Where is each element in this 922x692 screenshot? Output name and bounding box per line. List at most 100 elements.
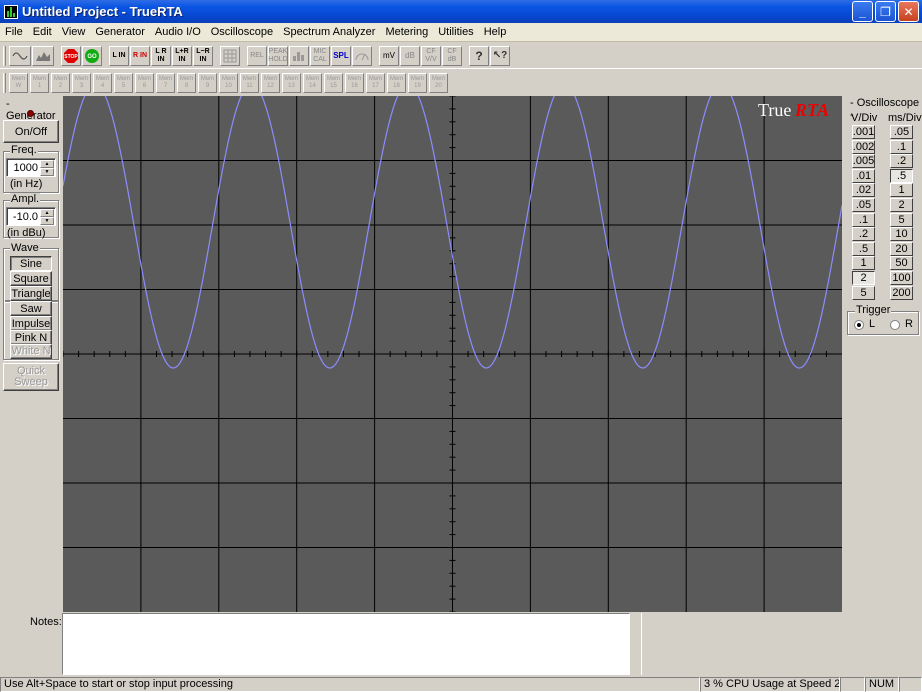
- vdiv-button-0[interactable]: .001: [852, 125, 875, 139]
- oscilloscope-display[interactable]: True RTA: [63, 96, 842, 612]
- wave-sine-button[interactable]: Sine: [10, 256, 52, 271]
- vdiv-button-7[interactable]: .2: [852, 227, 875, 242]
- sum-input-button[interactable]: L+R IN: [172, 45, 192, 66]
- meter-icon[interactable]: [352, 45, 372, 66]
- menu-utilities[interactable]: Utilities: [433, 26, 478, 38]
- menu-generator[interactable]: Generator: [90, 26, 150, 38]
- spectrum-mode-icon[interactable]: [32, 45, 54, 66]
- vdiv-button-1[interactable]: .002: [852, 139, 875, 154]
- right-input-button[interactable]: R IN: [130, 45, 150, 66]
- memory-button-3[interactable]: Mem 3: [72, 72, 91, 93]
- msdiv-button-3[interactable]: .5: [890, 168, 913, 183]
- memory-button-11[interactable]: Mem 11: [240, 72, 259, 93]
- restore-icon[interactable]: ❐: [875, 1, 896, 22]
- wave-square-button[interactable]: Square: [10, 271, 52, 286]
- oscilloscope-mode-icon[interactable]: [9, 45, 31, 66]
- menu-metering[interactable]: Metering: [380, 26, 433, 38]
- vdiv-button-2[interactable]: .005: [852, 154, 875, 169]
- spl-button[interactable]: SPL: [331, 45, 351, 66]
- wave-impulse-button[interactable]: Impulse: [10, 316, 52, 331]
- trigger-left-radio[interactable]: [854, 320, 864, 330]
- freq-up-icon[interactable]: ▲: [40, 160, 54, 168]
- freq-down-icon[interactable]: ▼: [40, 168, 54, 176]
- mic-cal-button[interactable]: MIC CAL: [310, 45, 330, 66]
- relative-button[interactable]: REL: [247, 45, 267, 66]
- vdiv-button-6[interactable]: .1: [852, 212, 875, 227]
- memory-button-8[interactable]: Mem 8: [177, 72, 196, 93]
- grid-icon[interactable]: [220, 45, 240, 66]
- toolbar-grip-2[interactable]: [3, 72, 6, 93]
- freq-spinner[interactable]: 1000 ▲ ▼: [6, 158, 56, 177]
- memory-button-10[interactable]: Mem 10: [219, 72, 238, 93]
- app-icon[interactable]: [4, 4, 18, 19]
- vdiv-button-4[interactable]: .02: [852, 183, 875, 198]
- stop-icon[interactable]: STOP: [61, 45, 81, 66]
- msdiv-button-10[interactable]: 100: [890, 271, 913, 285]
- generator-on-off-button[interactable]: On/Off: [3, 120, 59, 143]
- peak-hold-button[interactable]: PEAK HOLD: [268, 45, 288, 66]
- menu-spectrum-analyzer[interactable]: Spectrum Analyzer: [278, 26, 380, 38]
- notes-field[interactable]: [62, 613, 630, 675]
- vdiv-button-10[interactable]: 2: [852, 271, 875, 285]
- memory-button-16[interactable]: Mem 16: [345, 72, 364, 93]
- menu-file[interactable]: File: [0, 26, 28, 38]
- wave-pink-noise-button[interactable]: Pink N: [10, 330, 52, 345]
- memory-button-13[interactable]: Mem 13: [282, 72, 301, 93]
- vdiv-button-8[interactable]: .5: [852, 241, 875, 256]
- go-icon[interactable]: GO: [82, 45, 102, 66]
- crest-factor-vv-button[interactable]: CF V/V: [421, 45, 441, 66]
- memory-button-9[interactable]: Mem 9: [198, 72, 217, 93]
- msdiv-button-7[interactable]: 10: [890, 227, 913, 242]
- minimize-icon[interactable]: _: [852, 1, 873, 22]
- memory-button-5[interactable]: Mem 5: [114, 72, 133, 93]
- memory-button-4[interactable]: Mem 4: [93, 72, 112, 93]
- crest-factor-db-button[interactable]: CF dB: [442, 45, 462, 66]
- memory-button-1[interactable]: Mem 1: [30, 72, 49, 93]
- msdiv-button-6[interactable]: 5: [890, 212, 913, 227]
- vdiv-button-5[interactable]: .05: [852, 198, 875, 212]
- bars-icon[interactable]: [289, 45, 309, 66]
- menu-view[interactable]: View: [57, 26, 91, 38]
- difference-input-button[interactable]: L−R IN: [193, 45, 213, 66]
- msdiv-button-4[interactable]: 1: [890, 183, 913, 198]
- quick-sweep-button[interactable]: Quick Sweep: [3, 363, 59, 391]
- ampl-up-icon[interactable]: ▲: [40, 209, 54, 217]
- ampl-spinner[interactable]: -10.0 ▲ ▼: [6, 207, 56, 226]
- msdiv-button-11[interactable]: 200: [890, 285, 913, 300]
- msdiv-button-0[interactable]: .05: [890, 125, 913, 139]
- vdiv-button-9[interactable]: 1: [852, 256, 875, 271]
- vdiv-button-3[interactable]: .01: [852, 168, 875, 183]
- memory-button-14[interactable]: Mem 14: [303, 72, 322, 93]
- wave-white-noise-button[interactable]: White N: [10, 344, 52, 359]
- db-button[interactable]: dB: [400, 45, 420, 66]
- help-icon[interactable]: ?: [469, 45, 489, 66]
- wave-saw-button[interactable]: Saw: [10, 301, 52, 316]
- msdiv-button-2[interactable]: .2: [890, 154, 913, 169]
- memory-button-20[interactable]: Mem 20: [429, 72, 448, 93]
- left-input-button[interactable]: L IN: [109, 45, 129, 66]
- msdiv-button-5[interactable]: 2: [890, 198, 913, 212]
- memory-button-15[interactable]: Mem 15: [324, 72, 343, 93]
- mv-button[interactable]: mV: [379, 45, 399, 66]
- ampl-down-icon[interactable]: ▼: [40, 217, 54, 225]
- memory-button-12[interactable]: Mem 12: [261, 72, 280, 93]
- memory-button-19[interactable]: Mem 19: [408, 72, 427, 93]
- toolbar-grip[interactable]: [3, 45, 6, 66]
- memory-button-17[interactable]: Mem 17: [366, 72, 385, 93]
- vdiv-button-11[interactable]: 5: [852, 285, 875, 300]
- menu-help[interactable]: Help: [479, 26, 512, 38]
- context-help-icon[interactable]: ↖?: [490, 45, 510, 66]
- msdiv-button-9[interactable]: 50: [890, 256, 913, 271]
- memory-button-0[interactable]: Mem W: [9, 72, 28, 93]
- stereo-input-button[interactable]: L R IN: [151, 45, 171, 66]
- memory-button-7[interactable]: Mem 7: [156, 72, 175, 93]
- menu-oscilloscope[interactable]: Oscilloscope: [206, 26, 278, 38]
- msdiv-button-8[interactable]: 20: [890, 241, 913, 256]
- wave-triangle-button[interactable]: Triangle: [10, 286, 52, 301]
- msdiv-button-1[interactable]: .1: [890, 139, 913, 154]
- trigger-right-radio[interactable]: [890, 320, 900, 330]
- memory-button-2[interactable]: Mem 2: [51, 72, 70, 93]
- menu-edit[interactable]: Edit: [28, 26, 57, 38]
- memory-button-18[interactable]: Mem 18: [387, 72, 406, 93]
- close-icon[interactable]: ✕: [898, 1, 919, 22]
